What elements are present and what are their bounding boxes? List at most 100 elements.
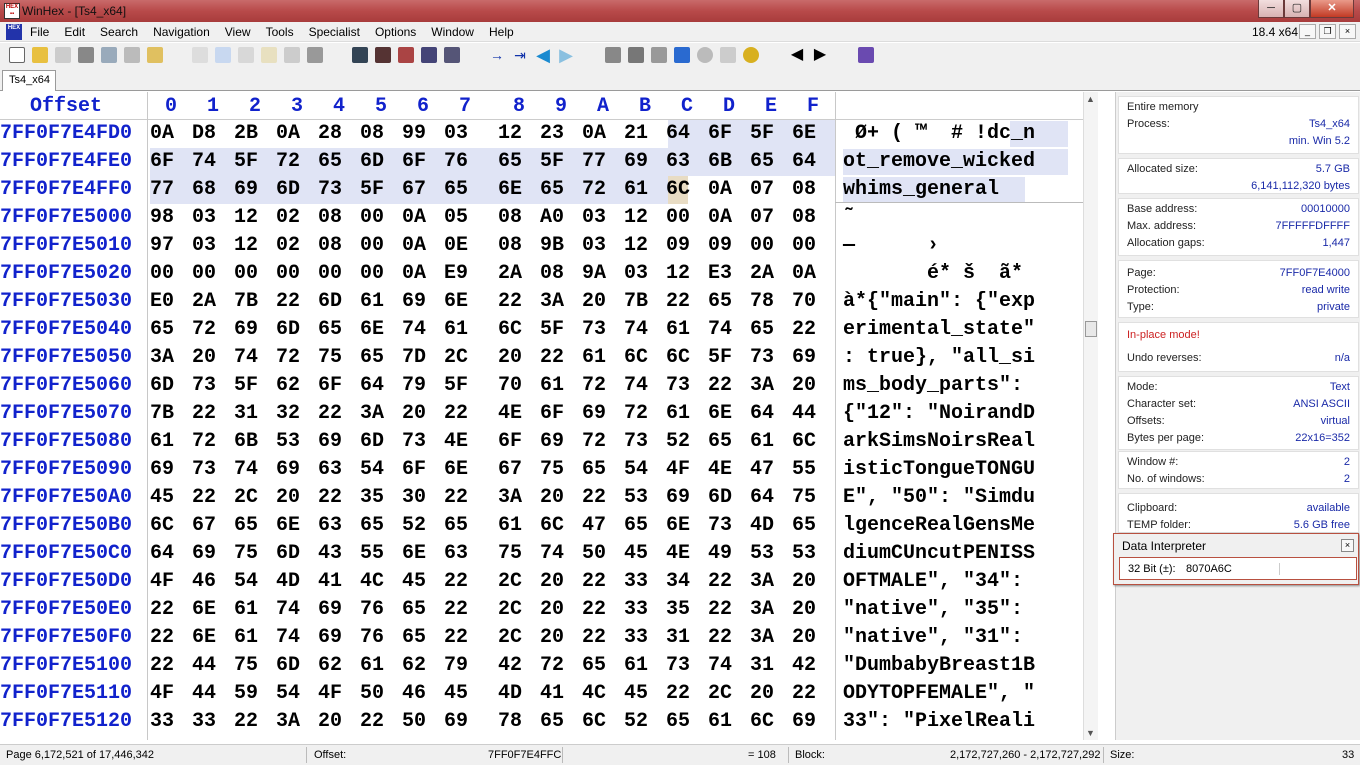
hex-byte[interactable]: 22: [150, 626, 174, 649]
hex-byte[interactable]: 63: [666, 150, 690, 173]
row-offset[interactable]: 7FF0F7E50E0: [0, 598, 150, 621]
hex-byte[interactable]: 72: [582, 374, 606, 397]
hex-byte[interactable]: 74: [708, 654, 732, 677]
hex-byte[interactable]: 99: [402, 122, 426, 145]
text-column[interactable]: "native", "31":: [843, 626, 1035, 649]
hex-byte[interactable]: 53: [624, 486, 648, 509]
hex-byte[interactable]: 35: [666, 598, 690, 621]
hex-byte[interactable]: 54: [360, 458, 384, 481]
hex-byte[interactable]: 22: [150, 598, 174, 621]
hex-byte[interactable]: 75: [318, 346, 342, 369]
hex-byte[interactable]: 78: [498, 710, 522, 733]
analyze-icon[interactable]: [720, 47, 736, 63]
hex-byte[interactable]: 65: [750, 150, 774, 173]
hex-byte[interactable]: 0A: [582, 122, 606, 145]
hex-byte[interactable]: 61: [234, 626, 258, 649]
hex-byte[interactable]: 0A: [708, 206, 732, 229]
hex-byte[interactable]: 28: [318, 122, 342, 145]
hex-byte[interactable]: 61: [360, 654, 384, 677]
hex-byte[interactable]: 6E: [276, 514, 300, 537]
hex-byte[interactable]: 5F: [360, 178, 384, 201]
hex-byte[interactable]: 78: [750, 290, 774, 313]
hex-byte[interactable]: 72: [582, 178, 606, 201]
hex-byte[interactable]: 54: [624, 458, 648, 481]
hex-byte[interactable]: 31: [750, 654, 774, 677]
hex-byte[interactable]: 6D: [276, 654, 300, 677]
hex-byte[interactable]: 03: [582, 206, 606, 229]
hex-byte[interactable]: 22: [792, 682, 816, 705]
hex-byte[interactable]: 70: [498, 374, 522, 397]
hex-byte[interactable]: 72: [582, 430, 606, 453]
hex-byte[interactable]: 69: [792, 710, 816, 733]
hex-byte[interactable]: 69: [540, 430, 564, 453]
menu-specialist[interactable]: Specialist: [309, 22, 360, 39]
cut-icon[interactable]: [215, 47, 231, 63]
hex-byte[interactable]: 03: [192, 234, 216, 257]
hex-byte[interactable]: 72: [276, 150, 300, 173]
hex-byte[interactable]: 4E: [498, 402, 522, 425]
hex-byte[interactable]: 20: [318, 710, 342, 733]
hex-byte[interactable]: 44: [192, 654, 216, 677]
hex-byte[interactable]: 4E: [708, 458, 732, 481]
binary-icon[interactable]: [307, 47, 323, 63]
hex-byte[interactable]: 65: [360, 346, 384, 369]
hex-byte[interactable]: 6D: [150, 374, 174, 397]
hex-byte[interactable]: 6C: [624, 346, 648, 369]
hex-byte[interactable]: 72: [192, 318, 216, 341]
data-interpreter-panel[interactable]: Data Interpreter × 32 Bit (±): 8070A6C: [1113, 533, 1359, 585]
hex-byte[interactable]: 02: [276, 206, 300, 229]
hex-byte[interactable]: 08: [360, 122, 384, 145]
hex-byte[interactable]: 52: [624, 710, 648, 733]
hex-byte[interactable]: 3A: [150, 346, 174, 369]
hex-byte[interactable]: 12: [498, 122, 522, 145]
hex-byte[interactable]: 22: [582, 626, 606, 649]
hex-byte[interactable]: 64: [666, 122, 690, 145]
hex-byte[interactable]: 74: [624, 374, 648, 397]
hex-byte[interactable]: 5F: [444, 374, 468, 397]
hex-byte[interactable]: 70: [792, 290, 816, 313]
hex-byte[interactable]: 22: [318, 486, 342, 509]
hex-byte[interactable]: 61: [708, 710, 732, 733]
hex-byte[interactable]: E0: [150, 290, 174, 313]
back-icon[interactable]: ◀: [535, 46, 551, 64]
hex-byte[interactable]: 65: [582, 654, 606, 677]
hex-byte[interactable]: 55: [360, 542, 384, 565]
hex-byte[interactable]: 6E: [192, 598, 216, 621]
hex-byte[interactable]: 73: [402, 430, 426, 453]
hex-byte[interactable]: 76: [360, 626, 384, 649]
hex-byte[interactable]: 20: [582, 290, 606, 313]
hex-byte[interactable]: 63: [444, 542, 468, 565]
hex-byte[interactable]: 65: [234, 514, 258, 537]
hex-byte[interactable]: 09: [666, 234, 690, 257]
menu-tools[interactable]: Tools: [266, 22, 294, 39]
hex-byte[interactable]: 3A: [498, 486, 522, 509]
open-ram-icon[interactable]: [628, 47, 644, 63]
hex-byte[interactable]: 50: [360, 682, 384, 705]
hex-byte[interactable]: 65: [444, 178, 468, 201]
hex-byte[interactable]: 5F: [540, 150, 564, 173]
hex-byte[interactable]: 6D: [360, 430, 384, 453]
hex-byte[interactable]: 65: [402, 626, 426, 649]
hex-byte[interactable]: 52: [666, 430, 690, 453]
text-column[interactable]: arkSimsNoirsReal: [843, 430, 1035, 453]
hex-byte[interactable]: 46: [402, 682, 426, 705]
hex-byte[interactable]: 20: [276, 486, 300, 509]
scroll-up-icon[interactable]: ▲: [1086, 94, 1095, 104]
menu-file[interactable]: File: [30, 22, 49, 39]
hex-byte[interactable]: D8: [192, 122, 216, 145]
hex-byte[interactable]: 67: [402, 178, 426, 201]
hex-byte[interactable]: 6D: [360, 150, 384, 173]
winhex-app-icon[interactable]: HEX ▪▪: [4, 3, 20, 19]
hex-byte[interactable]: 08: [792, 206, 816, 229]
hex-byte[interactable]: 6E: [708, 402, 732, 425]
hex-byte[interactable]: 12: [624, 206, 648, 229]
hex-byte[interactable]: 35: [360, 486, 384, 509]
hex-byte[interactable]: 65: [318, 150, 342, 173]
mdi-restore-button[interactable]: ❐: [1319, 24, 1336, 39]
hex-byte[interactable]: 00: [150, 262, 174, 285]
calculator-icon[interactable]: [674, 47, 690, 63]
hex-byte[interactable]: 5F: [234, 150, 258, 173]
hex-byte[interactable]: 4D: [750, 514, 774, 537]
hex-byte[interactable]: 69: [624, 150, 648, 173]
disk-snapshot-icon[interactable]: [651, 47, 667, 63]
